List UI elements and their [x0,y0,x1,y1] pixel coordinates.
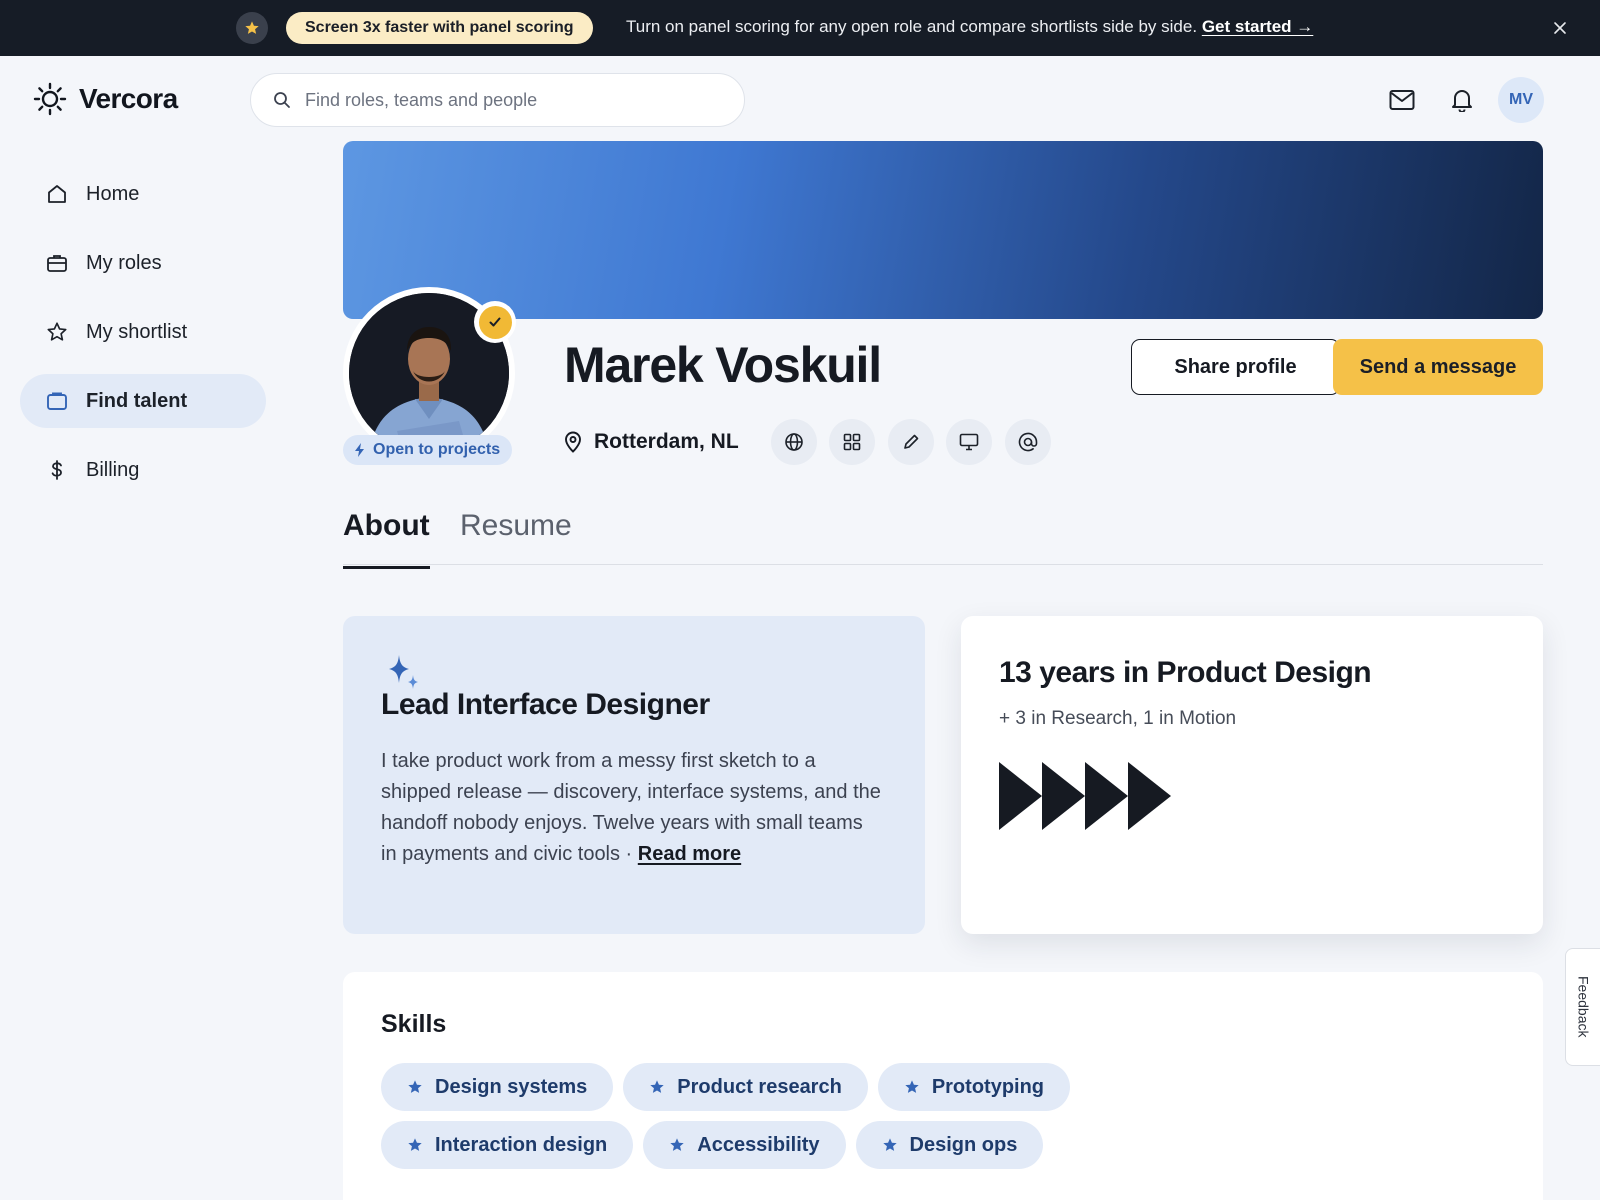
home-icon [46,183,68,205]
star-icon [649,1079,665,1095]
sidebar-item-my-shortlist[interactable]: My shortlist [20,305,266,359]
folder-icon [46,390,68,412]
availability-label: Open to projects [373,441,501,458]
read-more-link[interactable]: Read more [638,843,741,865]
about-text: I take product work from a messy first s… [381,746,881,870]
skill-label: Design systems [435,1075,588,1098]
star-icon [407,1137,423,1153]
briefcase-icon [46,252,68,274]
brand-name: Vercora [79,83,178,114]
skills-card: Skills Design systems Product research P… [343,972,1543,1200]
check-icon [478,305,512,339]
location: Rotterdam, NL [564,430,739,454]
brand-logo[interactable]: Vercora [33,82,178,116]
sidebar-item-home[interactable]: Home [20,167,266,221]
skill-label: Interaction design [435,1133,608,1156]
about-card: Lead Interface Designer I take product w… [343,616,925,934]
sidebar-item-label: Find talent [86,389,188,412]
user-avatar[interactable]: MV [1498,77,1544,123]
globe-icon[interactable] [771,419,817,465]
experience-card: 13 years in Product Design + 3 in Resear… [961,616,1543,934]
search-icon [273,91,291,109]
tab-about[interactable]: About [343,509,430,569]
at-icon[interactable] [1005,419,1051,465]
profile-tabs: About Resume [343,505,1543,569]
tab-resume[interactable]: Resume [460,509,572,543]
verified-badge [474,301,516,343]
skill-label: Accessibility [697,1133,820,1156]
experience-subtitle: + 3 in Research, 1 in Motion [999,708,1237,729]
skill-chip: Product research [623,1063,868,1111]
bell-icon[interactable] [1446,84,1478,116]
star-icon [46,321,68,343]
star-icon [882,1137,898,1153]
promo-pill: Screen 3x faster with panel scoring [286,12,593,44]
sidebar-item-label: Home [86,182,140,205]
skill-chip: Prototyping [877,1063,1071,1111]
sun-logo-icon [33,82,67,116]
sidebar-item-label: Billing [86,458,140,481]
location-text: Rotterdam, NL [594,430,739,453]
skills-title: Skills [381,1010,447,1038]
sidebar-item-my-roles[interactable]: My roles [20,236,266,290]
map-pin-icon [564,431,582,453]
skill-label: Design ops [909,1133,1018,1156]
skill-chip: Interaction design [381,1121,634,1169]
skills-list: Design systems Product research Prototyp… [381,1063,1331,1169]
dollar-icon [46,459,68,481]
banner-text: Turn on panel scoring for any open role … [626,17,1198,36]
grid-icon[interactable] [829,419,875,465]
sidebar-item-label: My shortlist [86,320,188,343]
mail-icon[interactable] [1386,84,1418,116]
sidebar-item-billing[interactable]: Billing [20,443,266,497]
feedback-tab[interactable]: Feedback [1565,948,1600,1066]
experience-arrows [999,762,1505,830]
search-bar[interactable] [250,73,745,127]
skill-label: Prototyping [931,1075,1045,1098]
feedback-label: Feedback [1575,976,1592,1038]
lightning-icon [355,443,365,457]
experience-title: 13 years in Product Design [999,656,1372,689]
skill-chip: Design systems [381,1063,614,1111]
star-icon [407,1079,423,1095]
star-icon [669,1137,685,1153]
sidebar: Home My roles My shortlist Find talent B… [20,167,266,512]
star-icon [904,1079,920,1095]
close-icon[interactable] [1548,16,1572,40]
announcement-banner: Screen 3x faster with panel scoring Turn… [0,0,1600,56]
skill-label: Product research [677,1075,842,1098]
headline-title: Lead Interface Designer [381,688,710,721]
sparkle-icon [387,653,421,693]
cover-banner [343,141,1543,319]
banner-message: Turn on panel scoring for any open role … [626,17,1313,37]
get-started-link[interactable]: Get started → [1202,17,1313,36]
star-icon [236,12,268,44]
pencil-icon[interactable] [888,419,934,465]
search-input[interactable] [305,89,725,111]
about-body: I take product work from a messy first s… [381,750,881,865]
profile-name: Marek Voskuil [564,337,882,393]
share-profile-button[interactable]: Share profile [1131,339,1340,395]
skill-chip: Design ops [855,1121,1044,1169]
availability-badge: Open to projects [343,435,513,465]
skill-chip: Accessibility [643,1121,846,1169]
sidebar-item-find-talent[interactable]: Find talent [20,374,266,428]
monitor-icon[interactable] [946,419,992,465]
sidebar-item-label: My roles [86,251,162,274]
send-message-button[interactable]: Send a message [1333,339,1543,395]
